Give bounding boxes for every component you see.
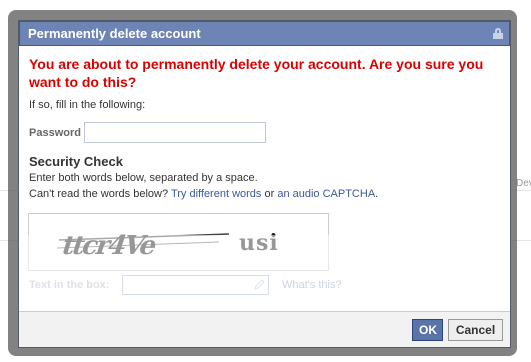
text-in-box-label: Text in the box:	[29, 279, 110, 291]
cancel-button[interactable]: Cancel	[448, 319, 503, 341]
captcha-word-2: usi	[239, 230, 279, 256]
security-check-title: Security Check	[29, 154, 123, 169]
password-input[interactable]	[84, 122, 266, 143]
dialog-footer: OK Cancel	[19, 311, 510, 347]
period-text: .	[375, 188, 379, 200]
try-different-words-link[interactable]: Try different words	[171, 188, 261, 200]
captcha-text-input[interactable]	[122, 275, 269, 295]
security-check-instruction: Enter both words below, separated by a s…	[29, 172, 258, 184]
cant-read-line: Can't read the words below? Try differen…	[29, 188, 378, 200]
audio-captcha-link[interactable]: an audio CAPTCHA	[277, 188, 375, 200]
cant-read-prefix: Can't read the words below?	[29, 188, 169, 200]
pencil-icon	[254, 279, 265, 290]
lock-icon	[493, 28, 503, 39]
dialog-titlebar: Permanently delete account	[19, 21, 510, 46]
warning-message: You are about to permanently delete your…	[29, 56, 484, 90]
ok-button[interactable]: OK	[412, 319, 443, 341]
whats-this-link[interactable]: What's this?	[282, 279, 342, 291]
captcha-word-1: ttcr4Ve	[58, 231, 161, 261]
dialog-title: Permanently delete account	[28, 26, 201, 41]
captcha-image: ttcr4Ve usi	[28, 213, 329, 271]
delete-account-dialog: Permanently delete account You are about…	[18, 20, 511, 348]
background-partial-text: Dev	[516, 178, 531, 189]
password-label: Password	[29, 127, 81, 139]
or-text: or	[264, 188, 275, 200]
fill-in-instruction: If so, fill in the following:	[29, 99, 146, 111]
